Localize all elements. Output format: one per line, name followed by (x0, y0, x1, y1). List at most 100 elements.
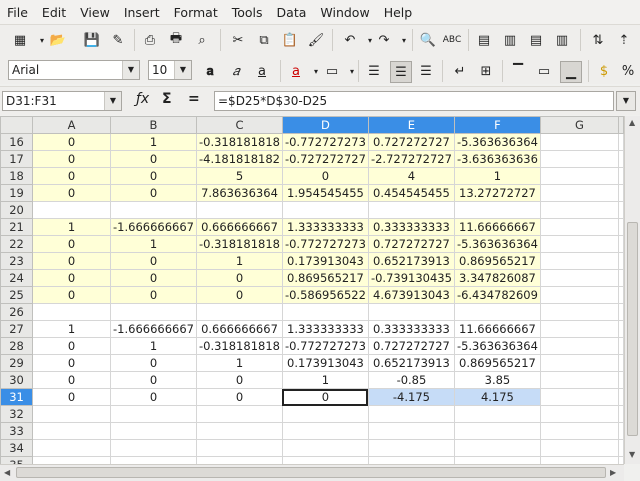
cell-b35[interactable] (110, 456, 197, 464)
cell-e30[interactable]: -0.85 (367, 371, 455, 389)
scroll-left-icon[interactable]: ◀ (4, 468, 10, 477)
cell-g27[interactable] (539, 320, 620, 338)
cell-b33[interactable] (110, 422, 197, 440)
row-header[interactable]: 30 (0, 371, 34, 389)
cell-b18[interactable]: 0 (110, 167, 197, 185)
cell-h20[interactable] (618, 201, 624, 219)
row-header[interactable]: 22 (0, 235, 34, 253)
column-header-h[interactable] (618, 116, 624, 134)
cell-a18[interactable]: 0 (32, 167, 111, 185)
menu-file[interactable]: File (0, 5, 35, 20)
font-size-combo[interactable]: 10 ▼ (148, 60, 192, 80)
sort-icon[interactable]: ⇅ (588, 30, 608, 50)
cell-d18[interactable]: 0 (281, 167, 369, 185)
cell-h17[interactable] (618, 150, 624, 168)
cell-g32[interactable] (539, 405, 620, 423)
cell-c19[interactable]: 7.863636364 (195, 184, 283, 202)
cell-h32[interactable] (618, 405, 624, 423)
cell-h25[interactable] (618, 286, 624, 304)
redo-icon[interactable]: ↷ (374, 30, 394, 50)
cell-a26[interactable] (32, 303, 111, 321)
find-replace-icon[interactable]: 🔍 (418, 30, 438, 50)
row-header[interactable]: 20 (0, 201, 34, 219)
cell-g34[interactable] (539, 439, 620, 457)
cell-d32[interactable] (281, 405, 369, 423)
horizontal-scrollbar[interactable]: ◀ ▶ (0, 464, 624, 481)
cell-h30[interactable] (618, 371, 624, 389)
column-header-e[interactable]: E (367, 116, 455, 134)
cell-b30[interactable]: 0 (110, 371, 197, 389)
cell-f24[interactable]: 3.347826087 (453, 269, 541, 287)
sum-icon[interactable]: Σ (162, 91, 172, 107)
cell-f33[interactable] (453, 422, 541, 440)
cell-a17[interactable]: 0 (32, 150, 111, 168)
cell-g21[interactable] (539, 218, 620, 236)
cell-h24[interactable] (618, 269, 624, 287)
cell-f35[interactable] (453, 456, 541, 464)
cell-g31[interactable] (539, 388, 620, 406)
cell-a27[interactable]: 1 (32, 320, 111, 338)
cell-a30[interactable]: 0 (32, 371, 111, 389)
cell-f21[interactable]: 11.66666667 (453, 218, 541, 236)
cell-d29[interactable]: 0.173913043 (281, 354, 369, 372)
undo-icon[interactable]: ↶ (340, 30, 360, 50)
row-header[interactable]: 33 (0, 422, 34, 440)
row-header[interactable]: 17 (0, 150, 34, 168)
edit-file-icon[interactable]: ✎ (108, 30, 128, 50)
spellcheck-icon[interactable]: ABC (442, 30, 462, 50)
cell-d30[interactable]: 1 (281, 371, 369, 389)
align-right-icon[interactable]: ☰ (416, 61, 436, 81)
cell-e31[interactable]: -4.175 (367, 388, 455, 406)
row-header[interactable]: 26 (0, 303, 34, 321)
cell-b34[interactable] (110, 439, 197, 457)
cell-c24[interactable]: 0 (195, 269, 283, 287)
font-name-combo[interactable]: Arial ▼ (8, 60, 140, 80)
cell-b29[interactable]: 0 (110, 354, 197, 372)
cell-f29[interactable]: 0.869565217 (453, 354, 541, 372)
cell-c31[interactable]: 0 (195, 388, 283, 406)
cell-g25[interactable] (539, 286, 620, 304)
cell-f20[interactable] (453, 201, 541, 219)
cell-h16[interactable] (618, 133, 624, 151)
cell-c20[interactable] (195, 201, 283, 219)
cell-d20[interactable] (281, 201, 369, 219)
row-header[interactable]: 27 (0, 320, 34, 338)
equals-icon[interactable]: = (188, 91, 200, 107)
cell-c21[interactable]: 0.666666667 (195, 218, 283, 236)
column-header-c[interactable]: C (195, 116, 283, 134)
cell-f26[interactable] (453, 303, 541, 321)
cell-a32[interactable] (32, 405, 111, 423)
insert-column-icon[interactable]: ▥ (500, 30, 520, 50)
cell-e34[interactable] (367, 439, 455, 457)
new-document-icon[interactable]: ▦ (10, 30, 30, 50)
cell-a28[interactable]: 0 (32, 337, 111, 355)
cell-c34[interactable] (195, 439, 283, 457)
cell-b27[interactable]: -1.666666667 (110, 320, 197, 338)
row-header[interactable]: 35 (0, 456, 34, 464)
cell-e19[interactable]: 0.454545455 (367, 184, 455, 202)
cell-e26[interactable] (367, 303, 455, 321)
cell-g35[interactable] (539, 456, 620, 464)
cell-d19[interactable]: 1.954545455 (281, 184, 369, 202)
cell-g28[interactable] (539, 337, 620, 355)
menu-format[interactable]: Format (167, 5, 225, 20)
cell-h28[interactable] (618, 337, 624, 355)
delete-row-icon[interactable]: ▤ (526, 30, 546, 50)
expand-formula-icon[interactable]: ▼ (616, 91, 636, 111)
highlight-dropdown-icon[interactable]: ▾ (342, 61, 362, 81)
cell-c29[interactable]: 1 (195, 354, 283, 372)
cell-b22[interactable]: 1 (110, 235, 197, 253)
cell-h33[interactable] (618, 422, 624, 440)
highlight-icon[interactable]: ▭ (322, 61, 342, 81)
percent-format-icon[interactable]: % (618, 61, 638, 81)
cell-b32[interactable] (110, 405, 197, 423)
row-header[interactable]: 21 (0, 218, 34, 236)
vertical-scroll-thumb[interactable] (627, 222, 638, 436)
column-header-a[interactable]: A (32, 116, 111, 134)
cell-a16[interactable]: 0 (32, 133, 111, 151)
cell-d24[interactable]: 0.869565217 (281, 269, 369, 287)
cell-b28[interactable]: 1 (110, 337, 197, 355)
cell-e28[interactable]: 0.727272727 (367, 337, 455, 355)
cell-f32[interactable] (453, 405, 541, 423)
cell-c17[interactable]: -4.181818182 (195, 150, 283, 168)
